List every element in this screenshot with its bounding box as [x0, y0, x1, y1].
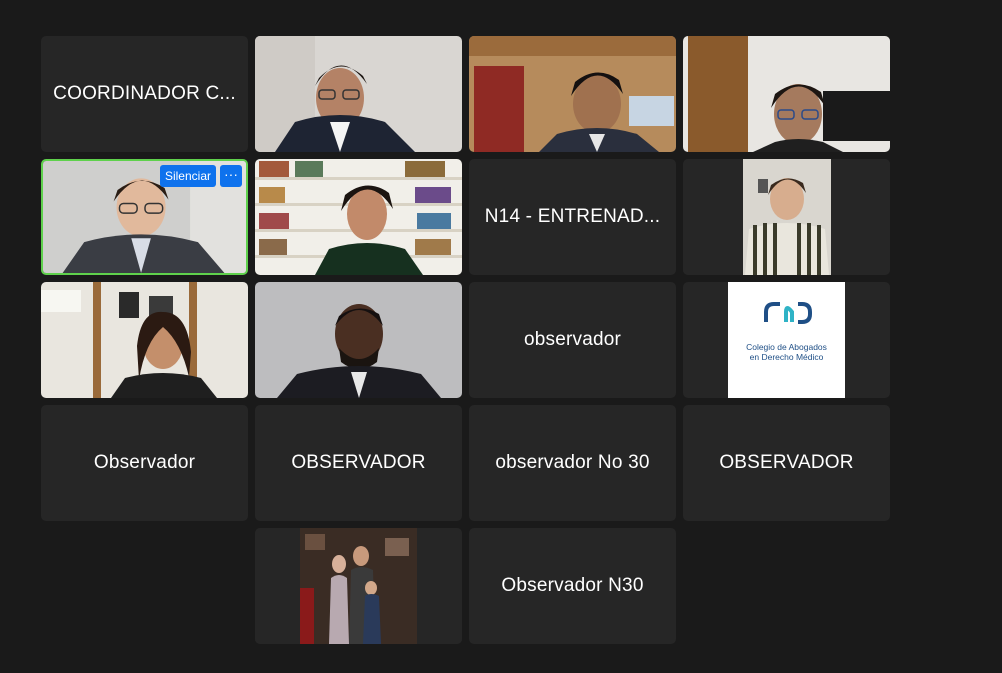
- participant-name: Observador: [93, 452, 196, 473]
- participant-name: observador: [523, 329, 622, 350]
- more-options-button[interactable]: ···: [220, 165, 242, 187]
- participant-photo-tile[interactable]: [255, 528, 462, 644]
- participant-tile-observador[interactable]: OBSERVADOR: [683, 405, 890, 521]
- video-feed: [683, 36, 890, 152]
- video-feed: [255, 159, 462, 275]
- video-feed: [683, 159, 890, 275]
- participant-video-tile[interactable]: [255, 282, 462, 398]
- participant-tile-coordinador[interactable]: COORDINADOR C...: [41, 36, 248, 152]
- participant-name: OBSERVADOR: [291, 452, 426, 473]
- participant-name: observador No 30: [495, 452, 650, 473]
- logo-caption: Colegio de Abogados en Derecho Médico: [728, 342, 845, 362]
- participant-video-tile[interactable]: [683, 159, 890, 275]
- mute-button[interactable]: Silenciar: [159, 165, 216, 187]
- logo-line-2: en Derecho Médico: [749, 352, 824, 362]
- participant-video-tile[interactable]: [683, 36, 890, 152]
- participant-video-tile[interactable]: [469, 36, 676, 152]
- participant-tile-logo[interactable]: Colegio de Abogados en Derecho Médico: [683, 282, 890, 398]
- participant-tile-n14[interactable]: N14 - ENTRENAD...: [469, 159, 676, 275]
- active-speaker-tile[interactable]: Silenciar ···: [41, 159, 248, 275]
- participant-video-tile[interactable]: [255, 36, 462, 152]
- video-feed: [41, 282, 248, 398]
- organization-logo: Colegio de Abogados en Derecho Médico: [728, 282, 845, 398]
- participant-name: N14 - ENTRENAD...: [484, 206, 661, 227]
- participant-tile-observador[interactable]: OBSERVADOR: [255, 405, 462, 521]
- logo-line-1: Colegio de Abogados: [746, 342, 827, 352]
- participant-tile-observador[interactable]: observador: [469, 282, 676, 398]
- participant-name: OBSERVADOR: [719, 452, 854, 473]
- video-feed: [255, 282, 462, 398]
- video-feed: [255, 36, 462, 152]
- zoom-gallery-view: COORDINADOR C... Silenciar ··· N14 - ENT…: [0, 0, 1002, 673]
- participant-tile-observador-n30[interactable]: Observador N30: [469, 528, 676, 644]
- participant-video-tile[interactable]: [41, 282, 248, 398]
- participant-video-tile[interactable]: [255, 159, 462, 275]
- participant-name: Observador N30: [501, 575, 644, 596]
- participant-tile-observador[interactable]: Observador: [41, 405, 248, 521]
- video-feed: [469, 36, 676, 152]
- participant-tile-observador-no30[interactable]: observador No 30: [469, 405, 676, 521]
- participant-name: COORDINADOR C...: [53, 83, 236, 104]
- profile-photo: [255, 528, 462, 644]
